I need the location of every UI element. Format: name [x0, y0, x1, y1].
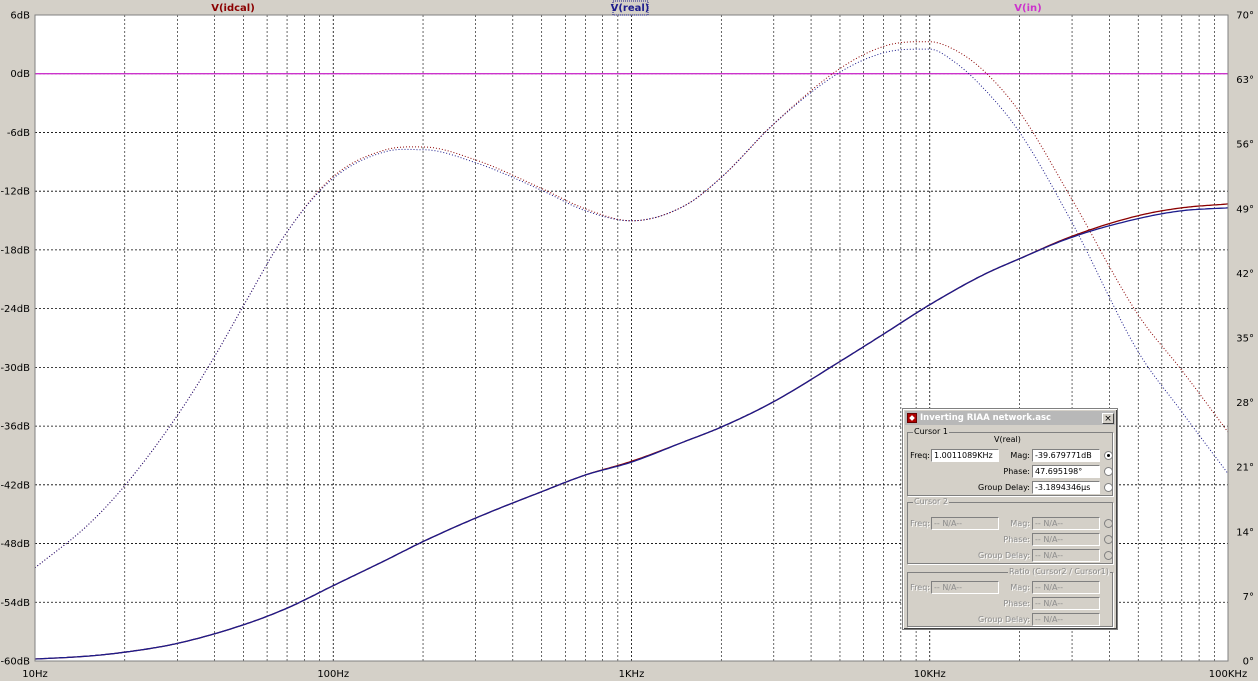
y-left-tick-label: -48dB	[0, 539, 30, 550]
cursor2-group: Cursor 2 Freq: -- N/A-- Mag: -- N/A-- Ph…	[907, 497, 1113, 564]
ratio-group: Ratio (Cursor2 / Cursor1) Freq: -- N/A--…	[907, 567, 1113, 627]
cursor1-phase-radio[interactable]	[1104, 467, 1113, 476]
y-left-tick-label: 0dB	[10, 69, 30, 80]
cursor1-mag-radio[interactable]	[1104, 451, 1113, 460]
dialog-titlebar[interactable]: Inverting RIAA network.asc ×	[905, 411, 1115, 425]
trace-labels: V(idcal) V(real) V(in)	[211, 0, 1042, 16]
cursor2-freq-label: Freq:	[910, 519, 930, 528]
cursor2-group-label: Cursor 2	[913, 497, 949, 506]
y-right-tick-label: 70°	[1236, 11, 1254, 22]
y-right-tick-label: 49°	[1236, 204, 1254, 215]
x-tick-label: 10Hz	[22, 669, 48, 680]
cursor1-freq-field[interactable]: 1.0011089KHz	[931, 449, 999, 462]
cursor2-freq-field[interactable]: -- N/A--	[931, 517, 999, 530]
cursor1-phase-field[interactable]: 47.695198°	[1032, 465, 1100, 478]
y-right-tick-label: 7°	[1243, 592, 1254, 603]
y-right-tick-label: 21°	[1236, 463, 1254, 474]
ratio-group-label: Ratio (Cursor2 / Cursor1)	[1008, 567, 1110, 576]
y-right-tick-label: 42°	[1236, 269, 1254, 280]
cursor1-group-delay-radio[interactable]	[1104, 483, 1113, 492]
x-tick-label: 1KHz	[619, 669, 645, 680]
ratio-freq-label: Freq:	[910, 583, 930, 592]
cursor1-mag-label: Mag:	[1010, 451, 1030, 460]
ratio-group-delay-label: Group Delay:	[978, 615, 1030, 624]
cursor2-group-delay-radio[interactable]	[1104, 551, 1113, 560]
ratio-phase-label: Phase:	[1003, 599, 1030, 608]
cursor2-phase-field[interactable]: -- N/A--	[1032, 533, 1100, 546]
y-right-tick-label: 28°	[1236, 398, 1254, 409]
cursor2-mag-label: Mag:	[1010, 519, 1030, 528]
y-left-tick-label: -30dB	[0, 363, 30, 374]
y-left-tick-label: -24dB	[0, 304, 30, 315]
cursor1-trace-name: V(real)	[994, 435, 1021, 444]
y-left-tick-label: -60dB	[0, 657, 30, 668]
trace-label-in[interactable]: V(in)	[1014, 3, 1041, 14]
y-left-tick-label: -12dB	[0, 187, 30, 198]
close-button[interactable]: ×	[1102, 412, 1114, 424]
y-left-tick-label: -54dB	[0, 598, 30, 609]
y-left-tick-label: -42dB	[0, 480, 30, 491]
y-right-tick-label: 56°	[1236, 140, 1254, 151]
cursor1-phase-label: Phase:	[1003, 467, 1030, 476]
y-left-tick-label: -36dB	[0, 422, 30, 433]
x-tick-label: 100Hz	[317, 669, 349, 680]
y-right-tick-label: 63°	[1236, 75, 1254, 86]
cursor2-phase-radio[interactable]	[1104, 535, 1113, 544]
x-tick-label: 10KHz	[914, 669, 946, 680]
cursor1-group-label: Cursor 1	[913, 427, 949, 436]
cursor2-group-delay-label: Group Delay:	[978, 551, 1030, 560]
ratio-freq-field[interactable]: -- N/A--	[931, 581, 999, 594]
y-right-tick-label: 0°	[1243, 657, 1254, 668]
ratio-mag-field[interactable]: -- N/A--	[1032, 581, 1100, 594]
cursor2-group-delay-field[interactable]: -- N/A--	[1032, 549, 1100, 562]
ratio-group-delay-field[interactable]: -- N/A--	[1032, 613, 1100, 626]
cursor1-group-delay-label: Group Delay:	[978, 483, 1030, 492]
cursor2-mag-radio[interactable]	[1104, 519, 1113, 528]
y-right-tick-label: 35°	[1236, 334, 1254, 345]
ltspice-app-icon	[907, 413, 917, 423]
cursor1-group-delay-field[interactable]: -3.1894346µs	[1032, 481, 1100, 494]
y-right-tick-label: 14°	[1236, 527, 1254, 538]
cursor2-phase-label: Phase:	[1003, 535, 1030, 544]
ratio-phase-field[interactable]: -- N/A--	[1032, 597, 1100, 610]
ratio-mag-label: Mag:	[1010, 583, 1030, 592]
cursor1-mag-field[interactable]: -39.679771dB	[1032, 449, 1100, 462]
cursor-readout-dialog[interactable]: Inverting RIAA network.asc × Cursor 1 V(…	[902, 408, 1118, 630]
y-left-tick-label: -6dB	[7, 128, 30, 139]
trace-label-ideal[interactable]: V(idcal)	[211, 3, 255, 14]
cursor1-freq-label: Freq:	[910, 451, 930, 460]
y-left-tick-label: 6dB	[10, 11, 30, 22]
x-tick-label: 100KHz	[1209, 669, 1247, 680]
y-left-tick-label: -18dB	[0, 245, 30, 256]
cursor2-mag-field[interactable]: -- N/A--	[1032, 517, 1100, 530]
dialog-title: Inverting RIAA network.asc	[920, 413, 1052, 423]
cursor1-group: Cursor 1 V(real) Freq: 1.0011089KHz Mag:…	[907, 427, 1113, 496]
trace-label-real[interactable]: V(real)	[611, 3, 650, 14]
